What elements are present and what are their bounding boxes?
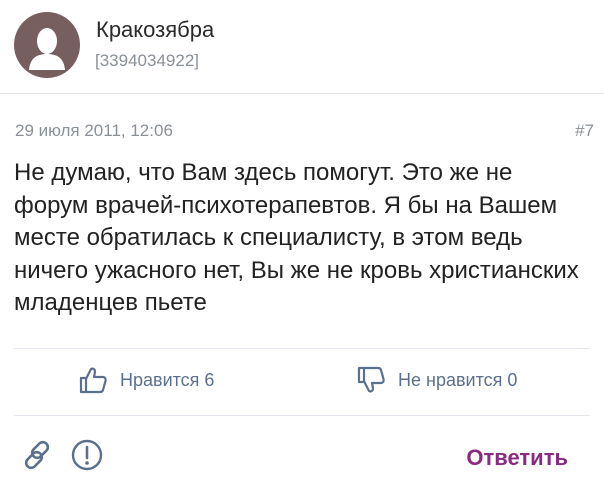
post-number[interactable]: #7 [575,121,594,141]
post-text: Не думаю, что Вам здесь помогут. Это же … [14,159,579,316]
post: 29 июля 2011, 12:06 #7 Не думаю, что Вам… [0,95,604,498]
dislike-button[interactable]: Не нравится 0 [356,363,517,397]
post-date: 29 июля 2011, 12:06 [15,121,173,140]
user-id: [3394034922] [95,51,199,70]
reply-button[interactable]: Ответить [466,445,568,471]
thumbs-down-icon [357,366,385,393]
like-button[interactable]: Нравится 6 [78,363,214,397]
like-label: Нравится 6 [120,369,215,390]
avatar[interactable] [14,12,80,78]
link-icon[interactable] [20,438,54,472]
username[interactable]: Кракозябра [96,17,214,43]
dislike-label: Не нравится 0 [398,369,518,390]
post-page: Кракозябра [3394034922] 29 июля 2011, 12… [0,0,604,498]
divider [14,415,590,416]
exclamation-circle-icon[interactable] [70,438,104,472]
divider [14,348,590,349]
person-silhouette-icon [29,28,65,70]
thumbs-up-icon [79,367,107,394]
user-header: Кракозябра [3394034922] [0,0,604,94]
